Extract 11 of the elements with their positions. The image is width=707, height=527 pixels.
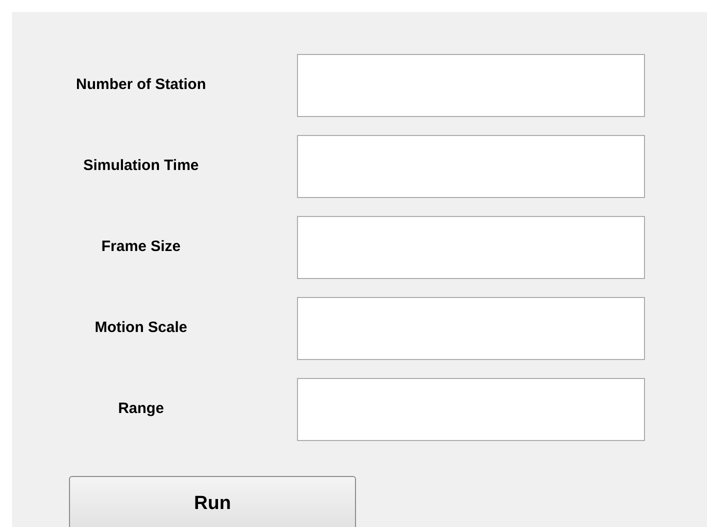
- input-field[interactable]: [297, 54, 645, 116]
- field-label: Range: [118, 400, 164, 417]
- input-field[interactable]: [297, 216, 645, 278]
- input-field[interactable]: [297, 378, 645, 440]
- field-label: Number of Station: [76, 76, 206, 93]
- run-button[interactable]: Run: [69, 476, 356, 527]
- field-label: Frame Size: [101, 238, 181, 255]
- input-field[interactable]: [297, 134, 645, 198]
- field-label: Motion Scale: [94, 319, 188, 336]
- input-field[interactable]: [297, 296, 645, 360]
- field-label: Simulation Time: [83, 157, 199, 174]
